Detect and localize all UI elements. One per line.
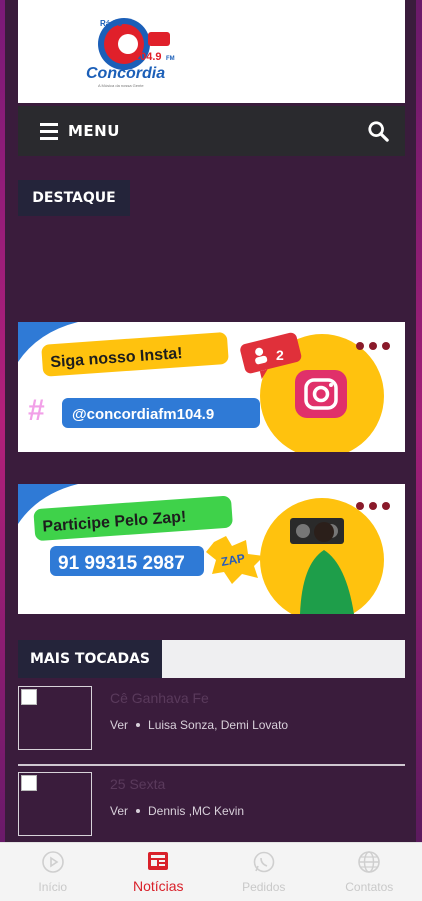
song-title[interactable]: Cê Ganhava Fe (110, 690, 209, 706)
song-meta: Ver Luisa Sonza, Demi Lovato (110, 718, 288, 732)
svg-text:104.9: 104.9 (134, 51, 162, 63)
svg-text:FM: FM (166, 56, 175, 62)
search-icon[interactable] (367, 120, 389, 142)
svg-text:Concórdia: Concórdia (86, 65, 165, 82)
mais-tocadas-heading: MAIS TOCADAS (18, 640, 162, 678)
whatsapp-icon (252, 850, 276, 874)
broken-image-icon (21, 775, 37, 791)
song-thumbnail[interactable] (18, 772, 92, 836)
edge-decoration-right (416, 0, 422, 842)
separator-dot (136, 723, 140, 727)
hashtag-icon: # (28, 394, 45, 427)
tab-contatos[interactable]: Contatos (317, 843, 422, 901)
tab-noticias[interactable]: Notícias (106, 843, 212, 901)
tab-inicio[interactable]: Início (0, 843, 106, 901)
list-item[interactable]: Cê Ganhava Fe Ver Luisa Sonza, Demi Lova… (18, 686, 405, 756)
tab-label: Início (38, 880, 67, 894)
list-divider (18, 764, 405, 766)
play-circle-icon (41, 850, 65, 874)
song-artist: Dennis ,MC Kevin (148, 804, 244, 818)
header: Rádio 104.9 FM Concórdia A Música da nos… (18, 0, 405, 103)
tab-label: Pedidos (242, 880, 285, 894)
list-item[interactable]: 25 Sexta Ver Dennis ,MC Kevin (18, 772, 405, 842)
globe-icon (357, 850, 381, 874)
edge-decoration-left (0, 0, 5, 842)
tab-pedidos[interactable]: Pedidos (211, 843, 317, 901)
mais-tocadas-header: MAIS TOCADAS (18, 640, 405, 678)
radio-logo[interactable]: Rádio 104.9 FM Concórdia A Música da nos… (80, 14, 190, 92)
song-thumbnail[interactable] (18, 686, 92, 750)
song-meta: Ver Dennis ,MC Kevin (110, 804, 244, 818)
whatsapp-banner[interactable]: Participe Pelo Zap! 91 99315 2987 ZAP (18, 484, 405, 614)
badge-count: 2 (276, 347, 284, 363)
bottom-tab-bar: Início Notícias Pedidos Contatos (0, 842, 422, 901)
broken-image-icon (21, 689, 37, 705)
menu-label[interactable]: MENU (68, 122, 120, 140)
insta-handle: @concordiafm104.9 (72, 406, 214, 423)
instagram-banner[interactable]: 2 Siga nosso Insta! # @concordiafm104.9 (18, 322, 405, 452)
song-artist: Luisa Sonza, Demi Lovato (148, 718, 288, 732)
hamburger-icon[interactable] (40, 123, 58, 140)
zap-phone: 91 99315 2987 (58, 553, 185, 574)
separator-dot (136, 809, 140, 813)
ver-link[interactable]: Ver (110, 804, 128, 818)
song-title[interactable]: 25 Sexta (110, 776, 165, 792)
ver-link[interactable]: Ver (110, 718, 128, 732)
destaque-heading: DESTAQUE (18, 180, 130, 216)
menu-bar: MENU (18, 106, 405, 156)
tab-label: Contatos (345, 880, 393, 894)
svg-text:Rádio: Rádio (100, 19, 122, 28)
tab-label: Notícias (133, 878, 184, 894)
svg-text:A Música da nossa Gente: A Música da nossa Gente (98, 83, 144, 88)
newspaper-icon (146, 850, 170, 872)
